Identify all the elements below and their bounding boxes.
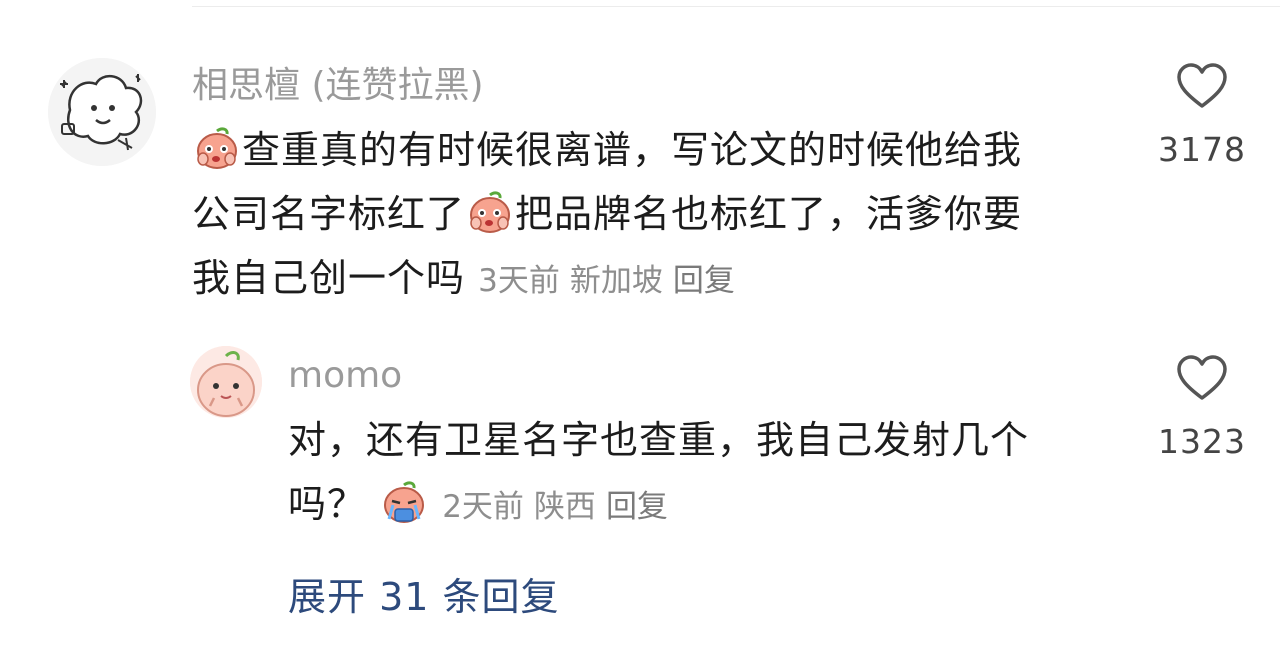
- heart-outline-icon: [1177, 355, 1227, 400]
- reply-button[interactable]: 回复: [673, 263, 735, 299]
- like-button[interactable]: 3178: [1142, 62, 1262, 169]
- username[interactable]: momo: [288, 356, 402, 396]
- like-count: 1323: [1158, 422, 1246, 461]
- reply-button[interactable]: 回复: [606, 489, 668, 525]
- doodle-avatar-icon: [48, 58, 156, 166]
- peach-crying-emoji-icon: [384, 481, 425, 523]
- expand-replies-button[interactable]: 展开 31 条回复: [288, 566, 560, 621]
- comment-meta: 2天前 陕西 回复: [442, 489, 678, 525]
- comment-time: 3天前: [478, 263, 560, 299]
- comment-line: 查重真的有时候很离谱，写论文的时候他给我: [242, 128, 1023, 172]
- like-count: 3178: [1158, 130, 1246, 169]
- comment-text: 对，还有卫星名字也查重，我自己发射几个 吗？ 2天前 陕西 回复: [288, 408, 1108, 539]
- comment-line: 对，还有卫星名字也查重，我自己发射几个: [288, 418, 1030, 462]
- heart-outline-icon: [1177, 63, 1227, 108]
- top-divider: [192, 6, 1280, 7]
- comment-time: 2天前: [442, 489, 524, 525]
- username[interactable]: 相思檀 (连赞拉黑): [192, 66, 484, 106]
- comment-text: 查重真的有时候很离谱，写论文的时候他给我 公司名字标红了 把品牌名也标红了，活爹…: [192, 118, 1112, 313]
- comment-line: 公司名字标红了: [192, 192, 466, 236]
- peach-face-emoji-icon: [197, 127, 237, 169]
- comment-line: 我自己创一个吗: [192, 256, 466, 300]
- peach-face-emoji-icon: [470, 191, 511, 233]
- comment-location: 新加坡: [569, 263, 663, 299]
- comment-line: 吗？: [288, 482, 367, 526]
- avatar[interactable]: [190, 346, 262, 418]
- avatar[interactable]: [48, 58, 156, 166]
- peach-avatar-icon: [190, 346, 262, 418]
- like-button[interactable]: 1323: [1142, 354, 1262, 461]
- comment-location: 陕西: [533, 489, 596, 525]
- comment-line: 把品牌名也标红了，活爹你要: [515, 192, 1023, 236]
- comment-meta: 3天前 新加坡 回复: [478, 263, 745, 299]
